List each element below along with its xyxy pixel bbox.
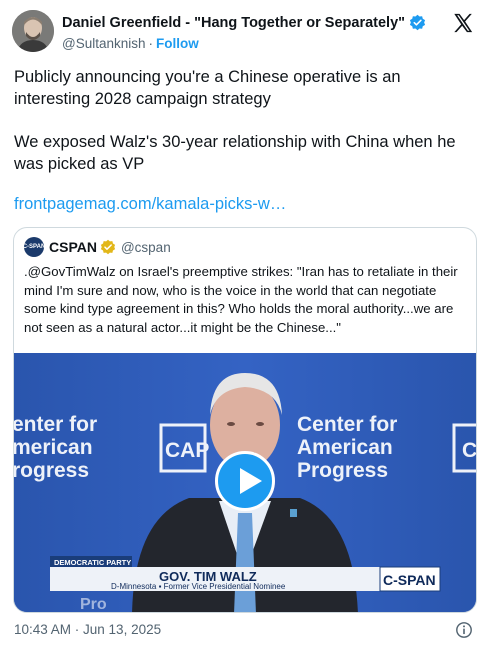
tweet-header: Daniel Greenfield - "Hang Together or Se…: [12, 8, 478, 54]
author-avatar[interactable]: [12, 10, 54, 52]
quote-author-handle[interactable]: @cspan: [121, 240, 171, 255]
separator-dot: ·: [148, 36, 154, 51]
backdrop-text-edge: C: [462, 439, 477, 462]
backdrop-cap-logo: CAP: [165, 439, 209, 462]
tweet-timestamp[interactable]: 10:43 AM · Jun 13, 2025: [14, 622, 161, 637]
quote-author-name[interactable]: CSPAN: [49, 239, 97, 255]
video-thumbnail[interactable]: enter for merican rogress CAP Center for…: [14, 353, 477, 613]
chyron-subtitle: D-Minnesota ▪ Former Vice Presidential N…: [111, 582, 286, 591]
quote-tweet-card[interactable]: C-SPAN CSPAN @cspan .@GovTimWalz on Isra…: [13, 227, 477, 613]
backdrop-text-left-2: merican: [14, 436, 93, 459]
verified-badge-gold-icon: [100, 239, 116, 255]
author-name-row: Daniel Greenfield - "Hang Together or Se…: [62, 14, 426, 31]
tweet-text: Publicly announcing you're a Chinese ope…: [14, 66, 476, 175]
network-logo: C-SPAN: [383, 572, 436, 588]
x-logo-icon[interactable]: [452, 12, 474, 34]
tweet-paragraph-2: We exposed Walz's 30-year relationship w…: [14, 133, 456, 173]
author-display-name[interactable]: Daniel Greenfield - "Hang Together or Se…: [62, 15, 405, 31]
verified-badge-icon: [409, 14, 426, 31]
backdrop-text-right-2: American: [297, 436, 393, 459]
backdrop-text-bottom: Pro: [80, 596, 107, 613]
tweet-paragraph-1: Publicly announcing you're a Chinese ope…: [14, 68, 401, 108]
article-link[interactable]: frontpagemag.com/kamala-picks-w…: [14, 195, 286, 214]
backdrop-text-right-3: Progress: [297, 459, 388, 482]
follow-button[interactable]: Follow: [156, 36, 199, 51]
author-handle-row: @Sultanknish · Follow: [62, 36, 199, 51]
play-icon: [240, 468, 262, 494]
quote-text: .@GovTimWalz on Israel's preemptive stri…: [24, 264, 458, 335]
play-button[interactable]: [215, 451, 275, 511]
quote-header: C-SPAN CSPAN @cspan: [23, 237, 171, 257]
chyron-tag: DEMOCRATIC PARTY: [54, 558, 131, 567]
backdrop-text-left-3: rogress: [14, 459, 89, 482]
cspan-avatar[interactable]: C-SPAN: [23, 237, 45, 257]
info-icon[interactable]: [455, 621, 473, 639]
author-handle[interactable]: @Sultanknish: [62, 36, 146, 51]
backdrop-text-right-1: Center for: [297, 413, 397, 436]
backdrop-text-left-1: enter for: [14, 413, 97, 436]
